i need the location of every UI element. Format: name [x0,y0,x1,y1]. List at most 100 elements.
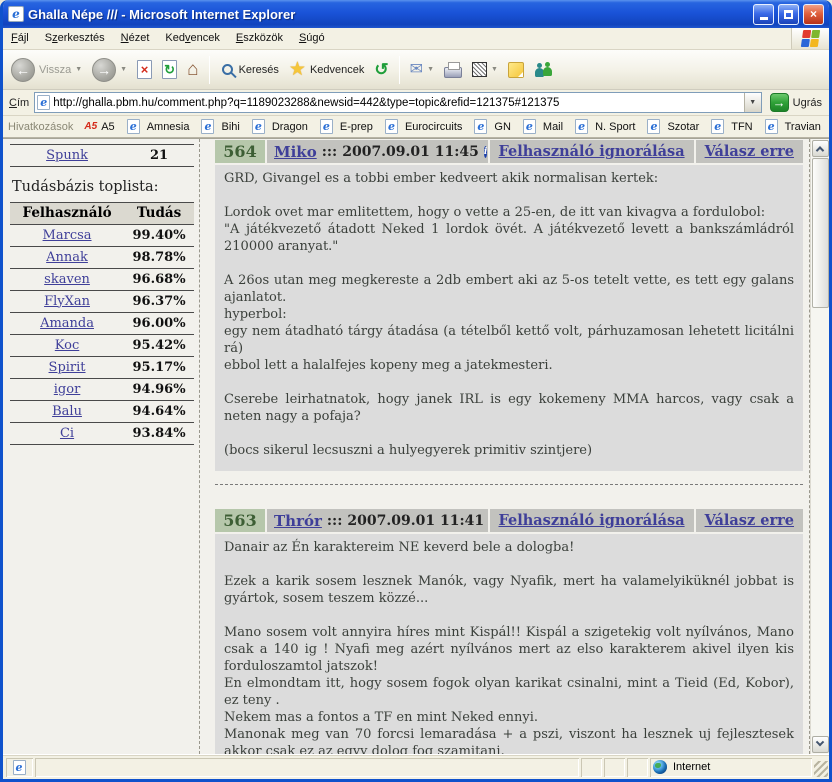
menu-item[interactable]: Fájl [3,29,37,48]
post-body: GRD, Givangel es a tobbi ember kedveert … [215,165,803,471]
author-link[interactable]: Thrór [274,512,322,530]
toplist-user-link[interactable]: Balu [52,404,82,419]
toplist-row: Koc95.42% [10,334,194,356]
minimize-button[interactable] [753,4,774,25]
link-item[interactable]: eGN [468,118,517,135]
stop-button[interactable]: × [133,57,156,82]
toplist-heading: Tudásbázis toplista: [12,179,194,195]
mail-dropdown-icon[interactable]: ▼ [427,66,434,73]
home-button[interactable]: ⌂ [183,57,202,82]
ie-favicon: e [523,119,536,134]
menu-item[interactable]: Szerkesztés [37,29,113,48]
link-item[interactable]: eE-prep [314,118,379,135]
toplist-score: 94.64% [124,400,194,422]
toplist-user-link[interactable]: Annak [46,250,88,265]
author-link[interactable]: Miko [274,143,317,161]
link-item[interactable]: e Amnesia [121,118,196,135]
link-label: Dragon [272,121,308,133]
messenger-button[interactable] [530,58,558,82]
journal-button[interactable] [504,59,528,81]
reply-link[interactable]: Válasz erre [705,512,794,529]
link-item[interactable]: eBihi [195,118,245,135]
link-item[interactable]: eN. Sport [569,118,641,135]
toplist-user-link[interactable]: Ci [60,426,74,441]
link-item[interactable]: e Mail [517,118,569,135]
print-button[interactable] [440,58,466,81]
menu-item[interactable]: Nézet [113,29,158,48]
link-item[interactable]: eEurocircuits [379,118,468,135]
toplist-user-link[interactable]: Spirit [49,360,86,375]
scroll-up-button[interactable] [812,140,829,157]
history-button[interactable]: ↺ [370,58,392,81]
forward-button[interactable]: → ▼ [88,55,131,85]
toplist-score: 96.68% [124,268,194,290]
toplist-score: 96.00% [124,312,194,334]
menu-item[interactable]: Súgó [291,29,333,48]
toplist-score: 94.96% [124,378,194,400]
edit-button[interactable]: ▼ [468,59,502,80]
maximize-icon [784,10,793,19]
toplist-user-link[interactable]: Amanda [40,316,94,331]
link-label: Eurocircuits [405,121,462,133]
scrollbar-thumb[interactable] [812,158,829,308]
toplist-user-link[interactable]: igor [54,382,81,397]
links-items: A5A5eAmnesiaeBihieDragoneE-prepeEurocirc… [80,118,826,135]
link-item[interactable]: A5A5 [80,120,120,134]
toplist-score: 95.17% [124,356,194,378]
status-message-pane [35,758,579,777]
toplist-user-link[interactable]: FlyXan [44,294,90,309]
forward-dropdown-icon[interactable]: ▼ [120,66,127,73]
column-header-score: Tudás [124,202,194,224]
maximize-button[interactable] [778,4,799,25]
ignore-user-cell: Felhasználó ignorálása [490,509,694,532]
link-label: Amnesia [147,121,190,133]
home-icon: ⌂ [187,60,198,79]
reply-link[interactable]: Válasz erre [705,143,794,160]
toplist-score: 99.40% [124,224,194,246]
link-label: Szotar [667,121,699,133]
link-label: Mail [543,121,563,133]
ie-favicon: e [320,119,333,134]
link-label: GN [494,121,511,133]
post-564: 564 Miko ::: 2007.09.01 11:45 i Felhaszn… [215,140,803,471]
resize-grip[interactable] [814,761,828,777]
link-item[interactable]: eDragon [246,118,314,135]
address-field[interactable]: e http://ghalla.pbm.hu/comment.php?q=118… [34,92,761,113]
back-button[interactable]: ← Vissza ▼ [7,55,86,85]
toplist-user-link[interactable]: Marcsa [43,228,92,243]
go-button[interactable]: → Ugrás [767,92,825,113]
minimize-icon [760,17,768,20]
ie-favicon: e [201,119,214,134]
url-text[interactable]: http://ghalla.pbm.hu/comment.php?q=11890… [53,97,743,109]
post-563: 563 Thrór ::: 2007.09.01 11:41 i Felhasz… [215,509,803,754]
chevron-up-icon [816,146,824,154]
close-button[interactable]: × [803,4,824,25]
toplist-score: 96.37% [124,290,194,312]
link-item[interactable]: eTFN [705,118,758,135]
address-dropdown-button[interactable]: ▼ [744,93,761,112]
ie-favicon: e [127,119,140,134]
toolbar-separator [209,56,210,84]
vertical-scrollbar[interactable] [810,139,829,754]
scroll-down-button[interactable] [812,736,829,753]
ignore-user-link[interactable]: Felhasználó ignorálása [499,143,685,160]
info-icon[interactable]: i [484,146,487,158]
refresh-button[interactable]: ↻ [158,57,181,82]
link-item[interactable]: eTravian [759,118,827,135]
favorites-button[interactable]: ★ Kedvencek [285,57,368,82]
search-button[interactable]: Keresés [216,59,283,80]
user-link[interactable]: Spunk [46,148,88,163]
back-dropdown-icon[interactable]: ▼ [75,66,82,73]
ignore-user-link[interactable]: Felhasználó ignorálása [499,512,685,529]
search-label: Keresés [239,64,279,76]
toplist-user-link[interactable]: Koc [55,338,79,353]
edit-dropdown-icon[interactable]: ▼ [491,66,498,73]
menu-item[interactable]: Eszközök [228,29,291,48]
toplist-header-row: Felhasználó Tudás [10,202,194,224]
post-separator [215,484,803,485]
link-label: TFN [731,121,752,133]
link-item[interactable]: eSzotar [641,118,705,135]
menu-item[interactable]: Kedvencek [157,29,227,48]
toplist-user-link[interactable]: skaven [44,272,90,287]
mail-button[interactable]: ✉ ▼ [406,59,438,81]
